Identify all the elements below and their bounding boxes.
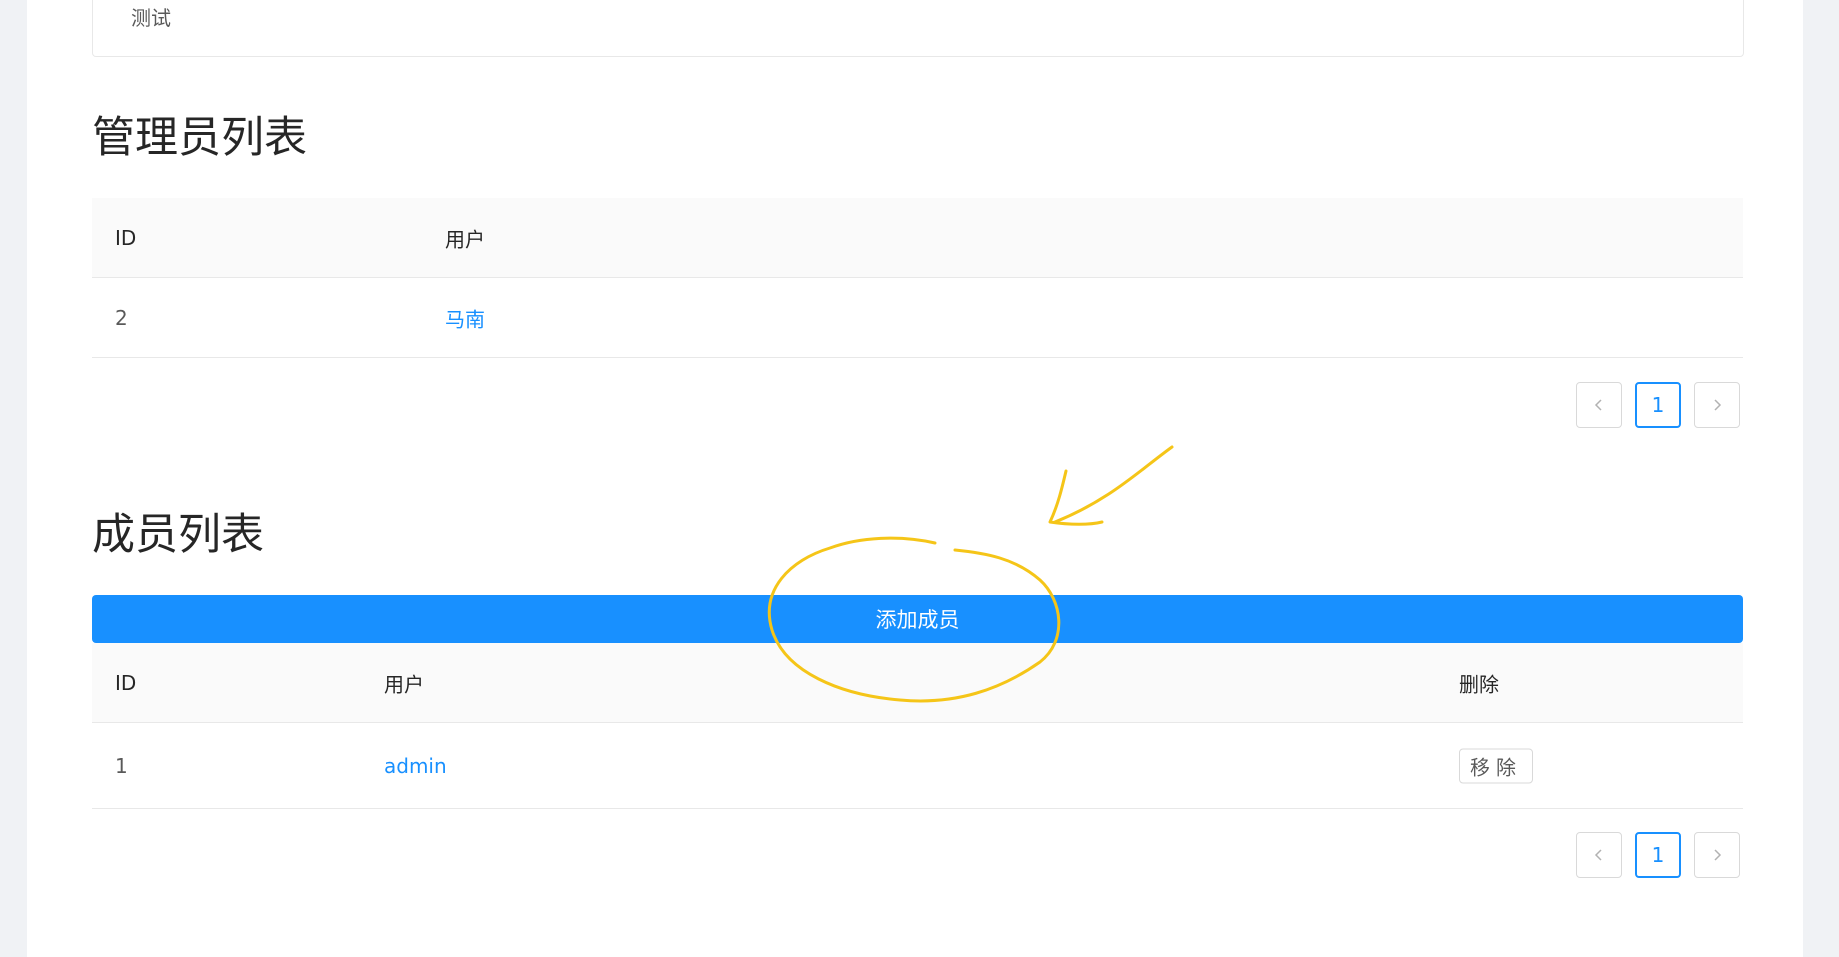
member-col-id: ID [115,670,137,695]
admin-prev-page-button[interactable] [1576,382,1622,428]
admin-row-user-link[interactable]: 马南 [445,303,485,332]
description-text: 测试 [131,6,171,30]
admin-col-user: 用户 [445,227,485,251]
member-pagination: 1 [1576,832,1740,878]
admin-table: ID 用户 2 马南 [92,198,1743,358]
member-table-header: ID 用户 删除 [92,643,1743,723]
admin-next-page-button[interactable] [1694,382,1740,428]
admin-page-1-button[interactable]: 1 [1635,382,1681,428]
admin-list-title: 管理员列表 [92,113,307,163]
admin-pagination: 1 [1576,382,1740,428]
admin-col-id: ID [115,225,137,250]
member-col-delete: 删除 [1459,672,1499,696]
member-col-user: 用户 [384,672,424,696]
add-member-button[interactable]: 添加成员 [92,595,1743,643]
description-card: 测试 [92,0,1744,57]
admin-row-id: 2 [115,305,128,330]
remove-member-button[interactable]: 移除 [1459,748,1533,783]
member-prev-page-button[interactable] [1576,832,1622,878]
member-next-page-button[interactable] [1694,832,1740,878]
member-table: ID 用户 删除 1 admin 移除 [92,643,1743,809]
chevron-right-icon [1714,399,1722,411]
member-list-title: 成员列表 [92,510,264,560]
table-row: 2 马南 [92,278,1743,358]
chevron-left-icon [1594,399,1602,411]
chevron-right-icon [1714,849,1722,861]
admin-table-header: ID 用户 [92,198,1743,278]
member-row-user-link[interactable]: admin [384,754,447,778]
member-row-id: 1 [115,753,128,778]
chevron-left-icon [1594,849,1602,861]
member-page-1-button[interactable]: 1 [1635,832,1681,878]
table-row: 1 admin 移除 [92,723,1743,809]
